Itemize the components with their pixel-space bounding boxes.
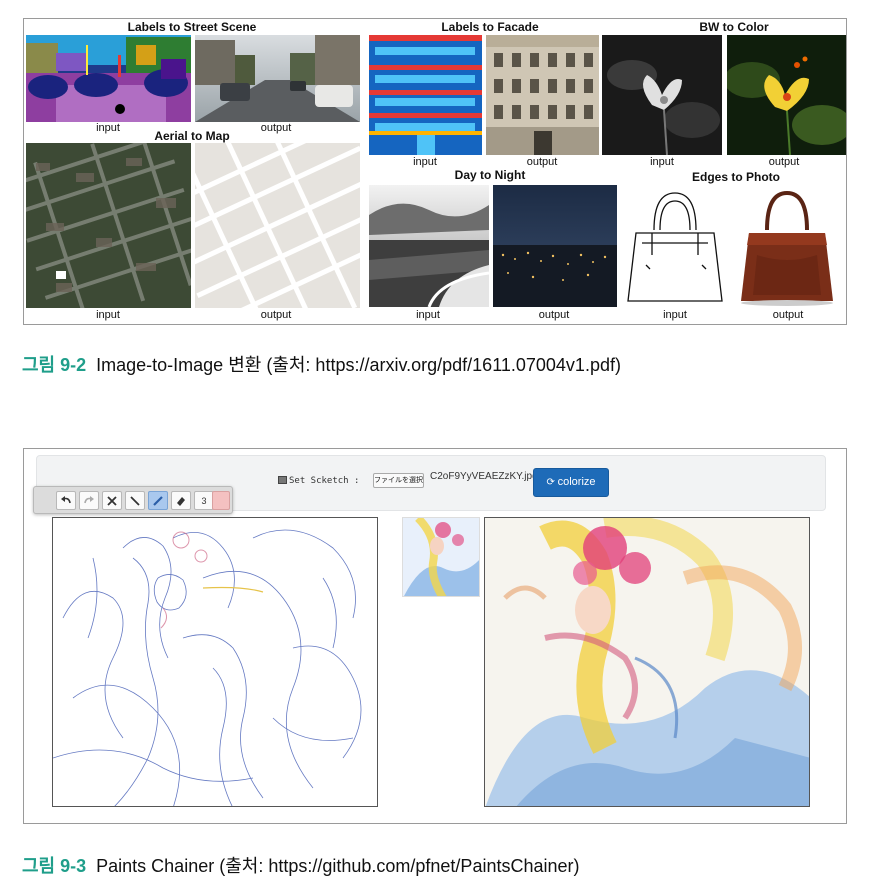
figure-9-2-caption: 그림 9-2 Image-to-Image 변환 (출처: https://arx… xyxy=(22,351,621,377)
edges-input-label: input xyxy=(663,309,687,321)
sketch-canvas[interactable] xyxy=(52,517,378,807)
daynight-input-label: input xyxy=(416,309,440,321)
figure-9-2: Labels to Street Scene input output Aeri… xyxy=(23,18,847,325)
bw-photo-image xyxy=(602,35,722,155)
bw-output-label: output xyxy=(768,156,800,168)
caption-number: 그림 9-3 xyxy=(22,856,87,876)
line-tool-button[interactable] xyxy=(125,491,145,510)
panel-title-edges: Edges to Photo xyxy=(692,170,780,184)
caption-text: Paints Chainer (출처: https://github.com/p… xyxy=(96,856,580,876)
panel-title-facade: Labels to Facade xyxy=(441,20,539,34)
panel-title-bw: BW to Color xyxy=(699,20,769,34)
facade-photo-image xyxy=(486,35,599,155)
daynight-output-label: output xyxy=(538,309,570,321)
aerial-input-label: input xyxy=(96,309,120,321)
figure-9-3-paintschainer-screenshot: Set Scketch : ファイルを選択 C2oF9YyVEAEZzKY.jp… xyxy=(23,448,847,824)
night-photo-image xyxy=(493,185,617,307)
facade-label-map-image xyxy=(369,35,482,155)
street-photo-image xyxy=(195,35,360,122)
image-icon xyxy=(278,476,287,484)
choose-file-button[interactable]: ファイルを選択 xyxy=(373,473,424,488)
panel-title-street: Labels to Street Scene xyxy=(127,20,257,34)
colorize-button[interactable]: ⟳ colorize xyxy=(533,468,609,497)
caption-text: Image-to-Image 변환 (출처: https://arxiv.org… xyxy=(96,355,621,375)
refresh-icon: ⟳ xyxy=(546,477,558,488)
eraser-icon xyxy=(177,496,185,506)
street-input-label: input xyxy=(96,122,120,134)
day-photo-image xyxy=(369,185,489,307)
colorized-output-canvas xyxy=(484,517,810,807)
aerial-map-image xyxy=(195,143,360,308)
caption-number: 그림 9-2 xyxy=(22,355,87,375)
panel-title-aerial: Aerial to Map xyxy=(154,129,230,143)
undo-button[interactable] xyxy=(56,491,76,510)
pen-icon xyxy=(153,495,163,506)
panel-title-daynight: Day to Night xyxy=(454,168,526,182)
edges-sketch-image xyxy=(622,185,728,307)
facade-output-label: output xyxy=(526,156,558,168)
color-swatch-button[interactable] xyxy=(212,491,230,510)
redo-button[interactable] xyxy=(79,491,99,510)
clear-button[interactable] xyxy=(102,491,122,510)
edges-photo-image xyxy=(737,185,837,307)
aerial-output-label: output xyxy=(260,309,292,321)
bw-input-label: input xyxy=(650,156,674,168)
redo-icon xyxy=(84,495,94,503)
line-icon xyxy=(130,495,140,506)
figure-9-3-caption: 그림 9-3 Paints Chainer (출처: https://github… xyxy=(22,852,580,878)
street-label-map-image xyxy=(26,35,191,122)
file-name: C2oF9YyVEAEZzKY.jpg xyxy=(430,471,538,482)
colorize-label: colorize xyxy=(557,476,596,488)
facade-input-label: input xyxy=(413,156,437,168)
brush-size-button[interactable]: 3 xyxy=(194,491,214,510)
color-photo-image xyxy=(727,35,846,155)
set-sketch-label: Set Scketch : xyxy=(289,476,360,486)
close-icon xyxy=(107,495,117,506)
eraser-tool-button[interactable] xyxy=(171,491,191,510)
street-output-label: output xyxy=(260,122,292,134)
pen-tool-button[interactable] xyxy=(148,491,168,510)
aerial-photo-image xyxy=(26,143,191,308)
brush-size-value: 3 xyxy=(201,495,207,506)
undo-icon xyxy=(61,495,71,503)
edges-output-label: output xyxy=(772,309,804,321)
preview-thumbnail xyxy=(402,517,480,597)
drawing-toolbar: 3 xyxy=(33,486,233,514)
